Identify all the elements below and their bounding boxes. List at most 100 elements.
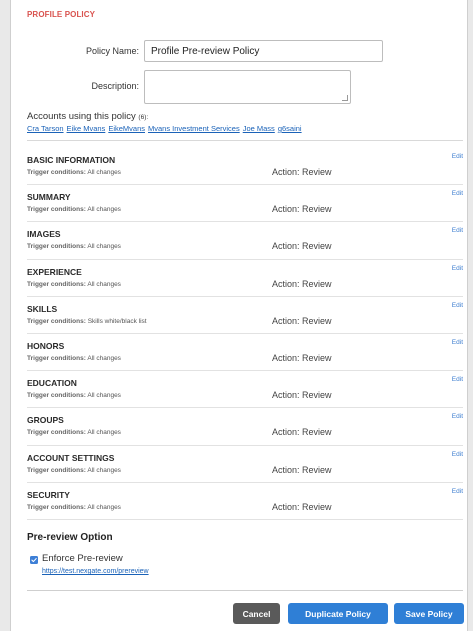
rule-row: EDUCATION Trigger conditions: All changes… xyxy=(27,371,463,409)
policy-name-row: Policy Name: Profile Pre-review Policy xyxy=(11,40,467,62)
rule-action: Action: Review xyxy=(272,464,332,475)
edit-link[interactable]: Edit xyxy=(452,190,463,197)
rule-row: BASIC INFORMATION Trigger conditions: All… xyxy=(27,148,463,186)
description-label: Description: xyxy=(91,81,139,91)
edit-link[interactable]: Edit xyxy=(452,376,463,383)
rule-row: IMAGES Trigger conditions: All changes Act… xyxy=(27,222,463,260)
rule-name: EXPERIENCE xyxy=(27,266,82,277)
check-icon xyxy=(31,558,37,563)
edit-link[interactable]: Edit xyxy=(452,265,463,272)
rule-name: IMAGES xyxy=(27,229,61,240)
rule-row: SKILLS Trigger conditions: Skills white/b… xyxy=(27,297,463,334)
rule-trigger: Trigger conditions: All changes xyxy=(27,429,121,436)
trigger-value: All changes xyxy=(87,243,121,251)
rule-list: BASIC INFORMATION Trigger conditions: All… xyxy=(27,148,463,520)
edit-link[interactable]: Edit xyxy=(452,227,463,234)
rule-trigger: Trigger conditions: All changes xyxy=(27,504,121,511)
edit-link[interactable]: Edit xyxy=(452,413,463,420)
rule-trigger: Trigger conditions: All changes xyxy=(27,169,121,176)
accounts-links: Cra Tarson Eike Mvans EikeMvans Mvans Inves… xyxy=(27,124,305,133)
account-link[interactable]: Cra Tarson xyxy=(27,124,64,133)
accounts-count: (6): xyxy=(138,114,149,121)
trigger-value: Skills white/black list xyxy=(87,317,147,325)
accounts-title: Accounts using this policy (6): xyxy=(27,111,148,122)
rule-trigger: Trigger conditions: Skills white/black l… xyxy=(27,318,147,325)
rule-trigger: Trigger conditions: All changes xyxy=(27,355,121,362)
trigger-value: All changes xyxy=(87,354,121,362)
rule-action: Action: Review xyxy=(272,352,332,363)
account-link[interactable]: g6saini xyxy=(278,124,302,133)
pre-review-link[interactable]: https://test.nexgate.com/prereview xyxy=(42,568,149,575)
enforce-pre-review-checkbox[interactable] xyxy=(30,556,38,564)
trigger-label: Trigger conditions: xyxy=(27,429,86,437)
trigger-label: Trigger conditions: xyxy=(27,392,86,400)
trigger-label: Trigger conditions: xyxy=(27,243,86,251)
rule-action: Action: Review xyxy=(272,204,332,215)
description-row: Description: xyxy=(11,70,467,104)
profile-policy-panel: PROFILE POLICY Policy Name: Profile Pre-… xyxy=(10,0,468,631)
trigger-value: All changes xyxy=(87,392,121,400)
account-link[interactable]: Mvans Investment Services xyxy=(148,124,240,133)
rule-name: HONORS xyxy=(27,340,65,351)
trigger-value: All changes xyxy=(87,503,121,511)
trigger-label: Trigger conditions: xyxy=(27,503,86,511)
edit-link[interactable]: Edit xyxy=(452,488,463,495)
policy-name-value: Profile Pre-review Policy xyxy=(151,45,260,57)
trigger-value: All changes xyxy=(87,206,121,214)
rule-action: Action: Review xyxy=(272,427,332,438)
rule-row: ACCOUNT SETTINGS Trigger conditions: All … xyxy=(27,446,463,483)
rule-row: EXPERIENCE Trigger conditions: All change… xyxy=(27,260,463,297)
rule-name: SECURITY xyxy=(27,489,70,500)
trigger-label: Trigger conditions: xyxy=(27,206,86,214)
duplicate-policy-button[interactable]: Duplicate Policy xyxy=(288,603,388,624)
rule-action: Action: Review xyxy=(272,241,332,252)
account-link[interactable]: EikeMvans xyxy=(108,124,145,133)
edit-link[interactable]: Edit xyxy=(452,339,463,346)
footer-divider xyxy=(27,590,463,591)
trigger-value: All changes xyxy=(87,169,121,176)
rule-action: Action: Review xyxy=(272,501,332,512)
rule-row: SECURITY Trigger conditions: All changes A… xyxy=(27,483,463,520)
policy-name-input[interactable]: Profile Pre-review Policy xyxy=(144,40,383,62)
rule-action: Action: Review xyxy=(272,390,332,401)
rule-trigger: Trigger conditions: All changes xyxy=(27,392,121,399)
trigger-label: Trigger conditions: xyxy=(27,466,86,474)
rule-trigger: Trigger conditions: All changes xyxy=(27,281,121,288)
rule-trigger: Trigger conditions: All changes xyxy=(27,467,121,474)
trigger-value: All changes xyxy=(87,429,121,437)
rule-trigger: Trigger conditions: All changes xyxy=(27,206,121,213)
trigger-value: All changes xyxy=(87,280,121,288)
trigger-label: Trigger conditions: xyxy=(27,169,86,176)
description-textarea[interactable] xyxy=(144,70,351,104)
rule-row: HONORS Trigger conditions: All changes Act… xyxy=(27,334,463,372)
trigger-label: Trigger conditions: xyxy=(27,354,86,362)
rule-row: SUMMARY Trigger conditions: All changes Ac… xyxy=(27,185,463,223)
account-link[interactable]: Joe Mass xyxy=(243,124,275,133)
section-title: PROFILE POLICY xyxy=(27,10,96,19)
rule-name: GROUPS xyxy=(27,415,64,426)
enforce-pre-review-label: Enforce Pre-review xyxy=(42,553,123,564)
pre-review-title: Pre-review Option xyxy=(27,532,113,543)
rule-action: Action: Review xyxy=(272,167,332,177)
rule-name: BASIC INFORMATION xyxy=(27,155,116,165)
rule-name: SUMMARY xyxy=(27,192,71,203)
policy-name-label: Policy Name: xyxy=(85,46,139,56)
accounts-divider xyxy=(27,140,463,141)
rule-action: Action: Review xyxy=(272,278,332,289)
rule-row: GROUPS Trigger conditions: All changes Act… xyxy=(27,408,463,446)
edit-link[interactable]: Edit xyxy=(452,451,463,458)
rule-name: SKILLS xyxy=(27,303,58,314)
accounts-title-text: Accounts using this policy xyxy=(27,111,136,122)
trigger-label: Trigger conditions: xyxy=(27,317,86,325)
cancel-button[interactable]: Cancel xyxy=(233,603,280,624)
rule-name: ACCOUNT SETTINGS xyxy=(27,452,115,463)
save-policy-button[interactable]: Save Policy xyxy=(394,603,464,624)
rule-trigger: Trigger conditions: All changes xyxy=(27,243,121,250)
trigger-value: All changes xyxy=(87,466,121,474)
edit-link[interactable]: Edit xyxy=(452,153,463,160)
trigger-label: Trigger conditions: xyxy=(27,280,86,288)
rule-action: Action: Review xyxy=(272,315,332,326)
resize-handle-icon[interactable] xyxy=(342,95,348,101)
account-link[interactable]: Eike Mvans xyxy=(67,124,106,133)
edit-link[interactable]: Edit xyxy=(452,302,463,309)
